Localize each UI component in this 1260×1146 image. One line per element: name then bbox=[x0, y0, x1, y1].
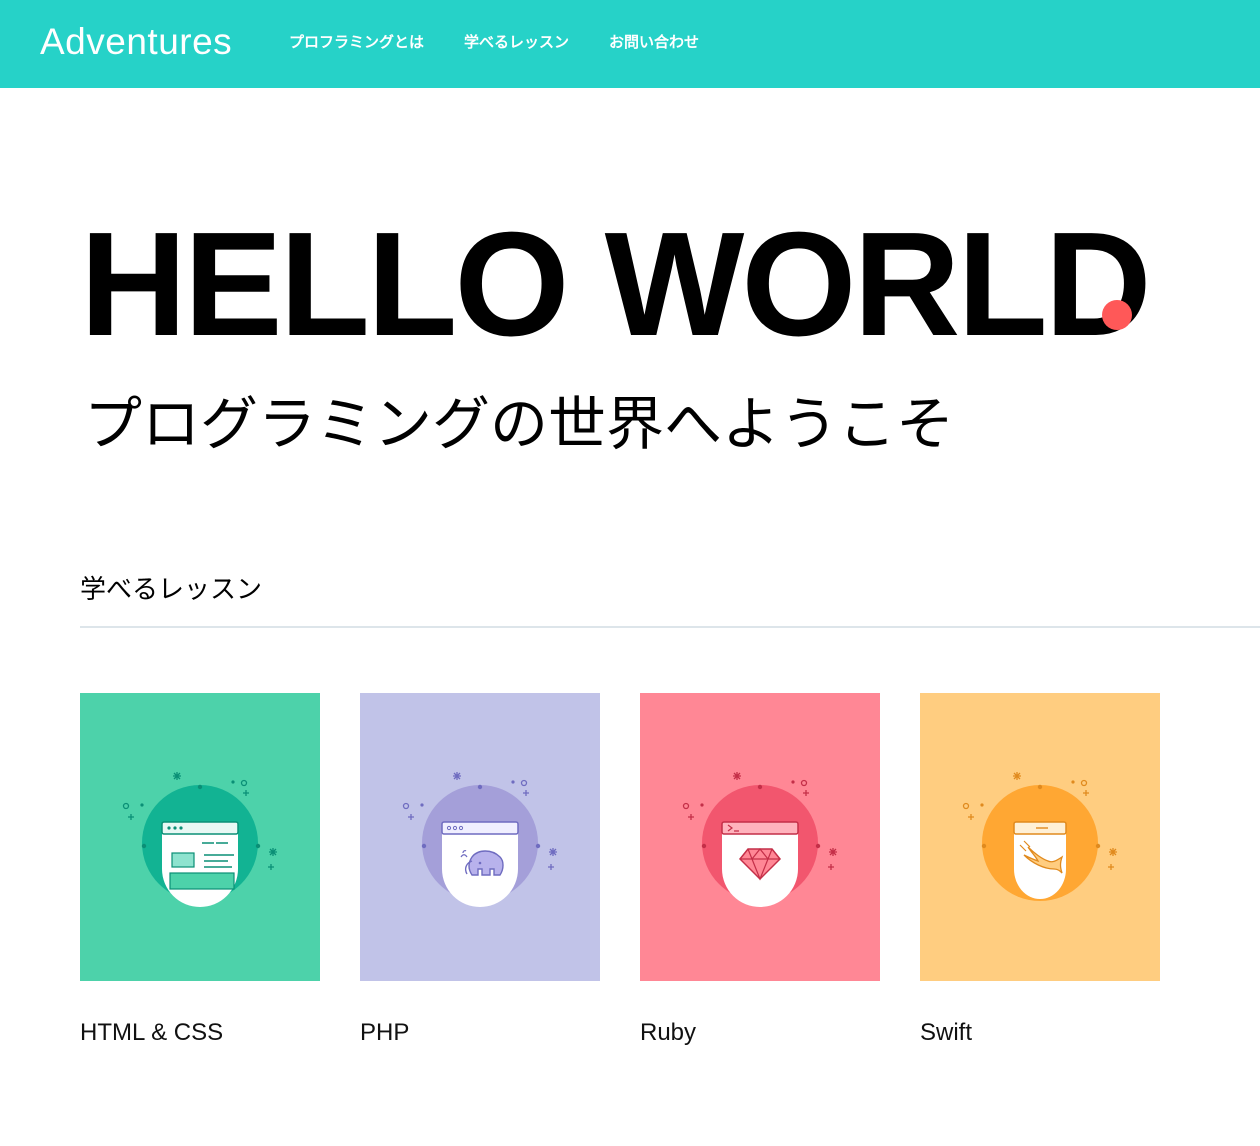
lesson-card-image[interactable] bbox=[640, 693, 880, 981]
lesson-card-image[interactable] bbox=[360, 693, 600, 981]
lesson-card-swift[interactable]: Swift bbox=[920, 693, 1160, 1048]
lesson-card-ruby[interactable]: Ruby bbox=[640, 693, 880, 1048]
hero-title: HELLO WORLD bbox=[80, 202, 1152, 367]
main-nav: プロフラミングとは 学べるレッスン お問い合わせ bbox=[289, 31, 699, 53]
lesson-card-image[interactable] bbox=[920, 693, 1160, 981]
swift-bird-icon bbox=[962, 772, 1117, 901]
lesson-card-html-css[interactable]: HTML & CSS bbox=[80, 693, 320, 1048]
site-logo[interactable]: Adventures bbox=[40, 18, 232, 66]
lesson-card-label[interactable]: PHP bbox=[360, 1018, 600, 1048]
lesson-card-image[interactable] bbox=[80, 693, 320, 981]
browser-window-icon bbox=[122, 772, 277, 907]
nav-item-lessons[interactable]: 学べるレッスン bbox=[464, 31, 569, 53]
elephant-icon bbox=[402, 772, 557, 907]
ruby-gem-icon bbox=[682, 772, 837, 907]
lesson-card-php[interactable]: PHP bbox=[360, 693, 600, 1048]
site-header: Adventures プロフラミングとは 学べるレッスン お問い合わせ bbox=[0, 0, 1260, 88]
lesson-card-label[interactable]: HTML & CSS bbox=[80, 1018, 320, 1048]
section-divider bbox=[80, 626, 1260, 628]
nav-item-about-programming[interactable]: プロフラミングとは bbox=[289, 31, 424, 53]
hero-subtitle: プログラミングの世界へようこそ bbox=[84, 390, 955, 458]
lessons-heading: 学べるレッスン bbox=[80, 575, 263, 605]
lesson-card-label[interactable]: Ruby bbox=[640, 1018, 880, 1048]
lesson-card-label[interactable]: Swift bbox=[920, 1018, 1160, 1048]
hero-accent-dot bbox=[1102, 300, 1132, 330]
nav-item-contact[interactable]: お問い合わせ bbox=[609, 31, 699, 53]
